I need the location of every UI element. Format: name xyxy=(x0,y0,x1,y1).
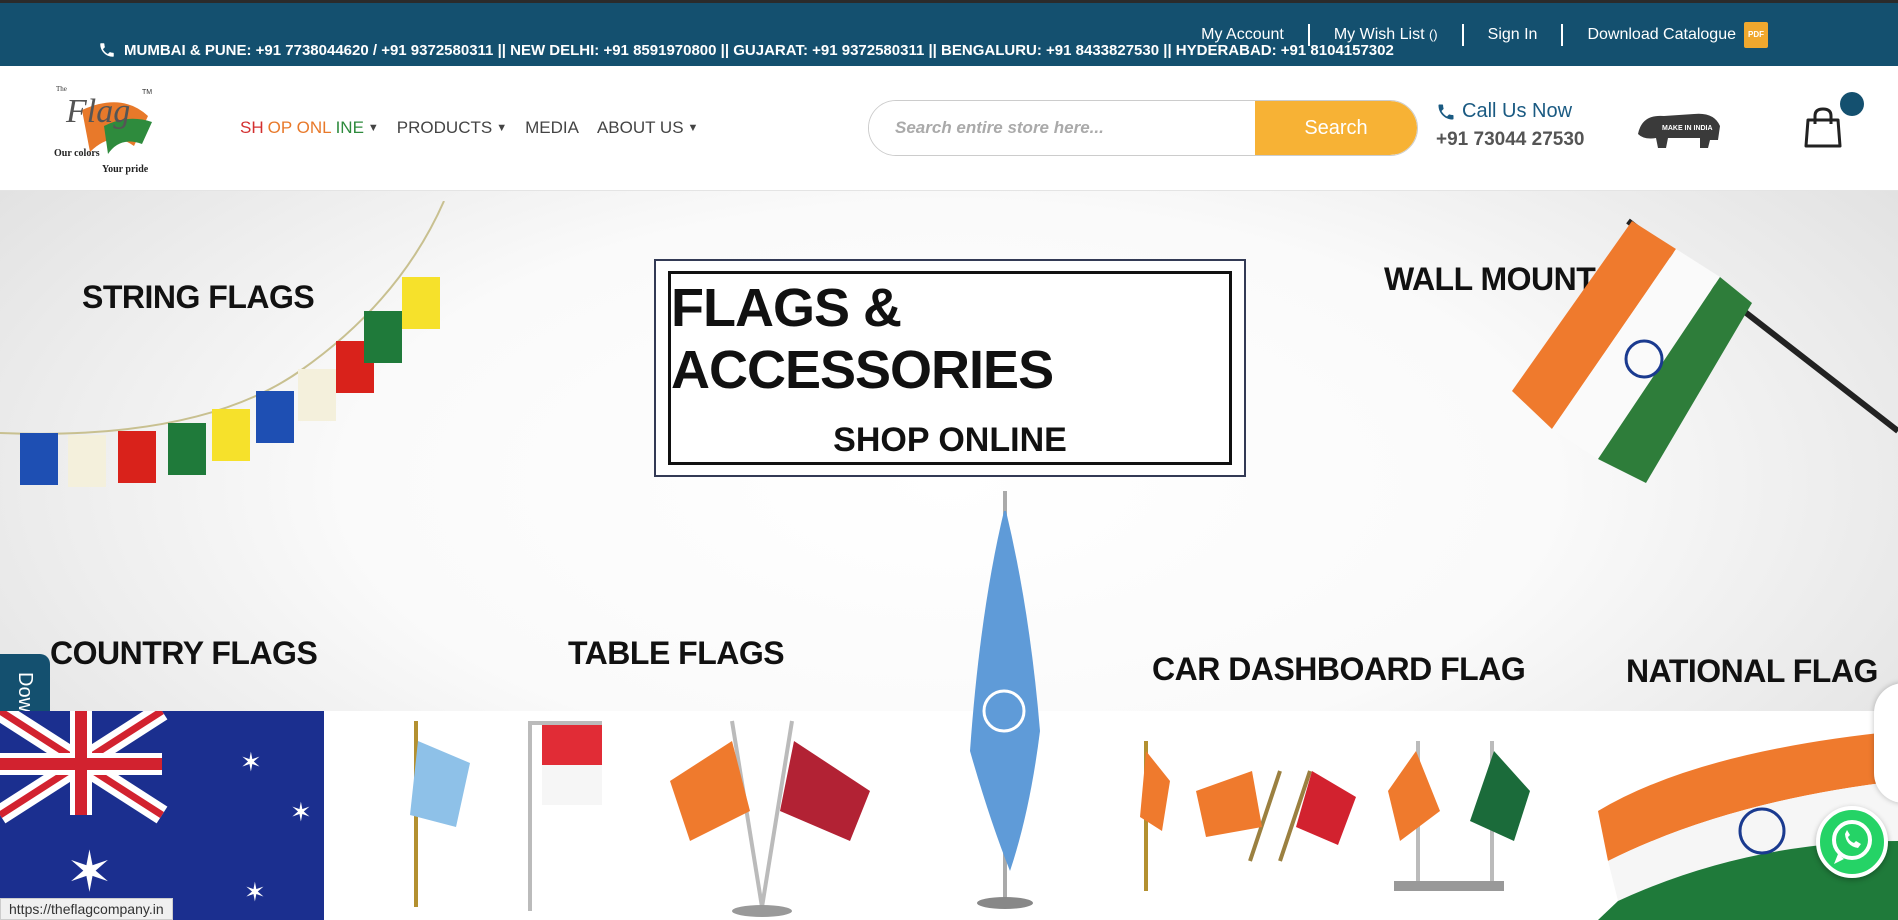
download-catalogue-label: Download Catalogue xyxy=(1587,26,1736,44)
australia-flag-image: ✶ ✶ ✶ ✶ xyxy=(0,711,324,920)
search-button[interactable]: Search xyxy=(1255,101,1417,155)
logo-wordmark: Flag xyxy=(65,93,130,130)
site-logo[interactable]: The Flag TM Our colors Your pride xyxy=(52,82,172,178)
logo-tagline-left: Our colors xyxy=(54,148,100,159)
chevron-down-icon: ▼ xyxy=(496,122,508,134)
car-dashboard-flags-image xyxy=(1140,741,1530,891)
chevron-down-icon: ▼ xyxy=(687,122,699,134)
nav-products[interactable]: PRODUCTS ▼ xyxy=(397,118,507,138)
main-nav: SH OP ONL INE ▼ PRODUCTS ▼ MEDIA ABOUT US … xyxy=(240,118,698,138)
my-account-link[interactable]: My Account xyxy=(1177,24,1310,46)
phone-icon xyxy=(1438,104,1454,119)
cart-button[interactable] xyxy=(1802,106,1844,150)
search-input[interactable] xyxy=(869,101,1255,155)
svg-text:✶: ✶ xyxy=(240,748,262,778)
logo-tm: TM xyxy=(142,89,152,96)
svg-text:✶: ✶ xyxy=(66,840,113,905)
whatsapp-button[interactable] xyxy=(1816,806,1888,878)
nav-products-label: PRODUCTS xyxy=(396,118,493,137)
phone-icon xyxy=(100,43,114,57)
category-national-flag[interactable]: NATIONAL FLAG xyxy=(1626,653,1878,690)
nav-about-us[interactable]: ABOUT US ▼ xyxy=(597,118,698,138)
call-us[interactable]: Call Us Now +91 73044 27530 xyxy=(1436,100,1584,151)
svg-text:✶: ✶ xyxy=(244,878,266,908)
account-links: My Account My Wish List () Sign In Downl… xyxy=(1177,22,1768,48)
my-account-label: My Account xyxy=(1201,26,1284,43)
chevron-down-icon: ▼ xyxy=(367,122,379,134)
logo-tagline-right: Your pride xyxy=(102,164,149,175)
nav-media-label: MEDIA xyxy=(525,118,579,137)
wall-mount-flag-image xyxy=(1512,218,1898,483)
download-catalogue-link[interactable]: Download Catalogue PDF xyxy=(1563,22,1768,48)
pdf-icon: PDF xyxy=(1744,22,1768,48)
string-flags-image xyxy=(0,201,445,487)
nav-shop-online-part-2: OP ONL xyxy=(267,118,332,137)
category-table-flags[interactable]: TABLE FLAGS xyxy=(568,635,785,672)
wish-list-count: () xyxy=(1428,27,1438,42)
un-flag-image xyxy=(970,491,1040,909)
cart-count-badge xyxy=(1840,92,1864,116)
site-header: The Flag TM Our colors Your pride SH OP O… xyxy=(0,66,1898,191)
category-car-dashboard-flag[interactable]: CAR DASHBOARD FLAG xyxy=(1152,651,1526,688)
status-url: https://theflagcompany.in xyxy=(0,898,173,920)
nav-shop-online-part-3: INE xyxy=(335,118,364,137)
make-in-india-logo: MAKE IN INDIA xyxy=(1634,104,1724,154)
nav-shop-online-part-1: SH xyxy=(240,118,264,137)
right-side-widget[interactable] xyxy=(1874,683,1898,803)
hero-banner[interactable]: STRING FLAGS FLAGS & ACCESSORIES SHOP ON… xyxy=(0,191,1898,920)
table-flags-image xyxy=(410,720,870,917)
category-country-flags[interactable]: COUNTRY FLAGS xyxy=(50,635,318,672)
nav-shop-online[interactable]: SH OP ONL INE ▼ xyxy=(240,118,379,138)
nav-about-us-label: ABOUT US xyxy=(596,118,684,137)
hero-subtitle: SHOP ONLINE xyxy=(833,420,1067,459)
hero-title: FLAGS & ACCESSORIES xyxy=(671,277,1054,400)
sign-in-link[interactable]: Sign In xyxy=(1464,24,1564,46)
make-in-india-text: MAKE IN INDIA xyxy=(1662,125,1713,132)
whatsapp-icon xyxy=(1832,820,1872,864)
sign-in-label: Sign In xyxy=(1487,26,1538,43)
flag-logo-icon: The Flag TM Our colors Your pride xyxy=(54,85,152,175)
nav-media[interactable]: MEDIA xyxy=(525,118,579,138)
search-box: Search xyxy=(868,100,1418,156)
category-string-flags[interactable]: STRING FLAGS xyxy=(82,279,315,316)
call-us-label: Call Us Now xyxy=(1462,100,1573,122)
hero-title-box[interactable]: FLAGS & ACCESSORIES SHOP ONLINE xyxy=(654,259,1246,477)
shopping-bag-icon xyxy=(1804,107,1842,148)
top-contact-bar: MUMBAI & PUNE: +91 7738044620 / +91 9372… xyxy=(0,0,1898,66)
wish-list-link[interactable]: My Wish List () xyxy=(1310,24,1464,46)
call-us-number: +91 73044 27530 xyxy=(1436,129,1585,150)
svg-text:✶: ✶ xyxy=(290,798,312,828)
logo-small-text: The xyxy=(56,85,67,93)
lion-icon: MAKE IN INDIA xyxy=(1638,113,1720,148)
wish-list-label: My Wish List xyxy=(1333,26,1425,43)
